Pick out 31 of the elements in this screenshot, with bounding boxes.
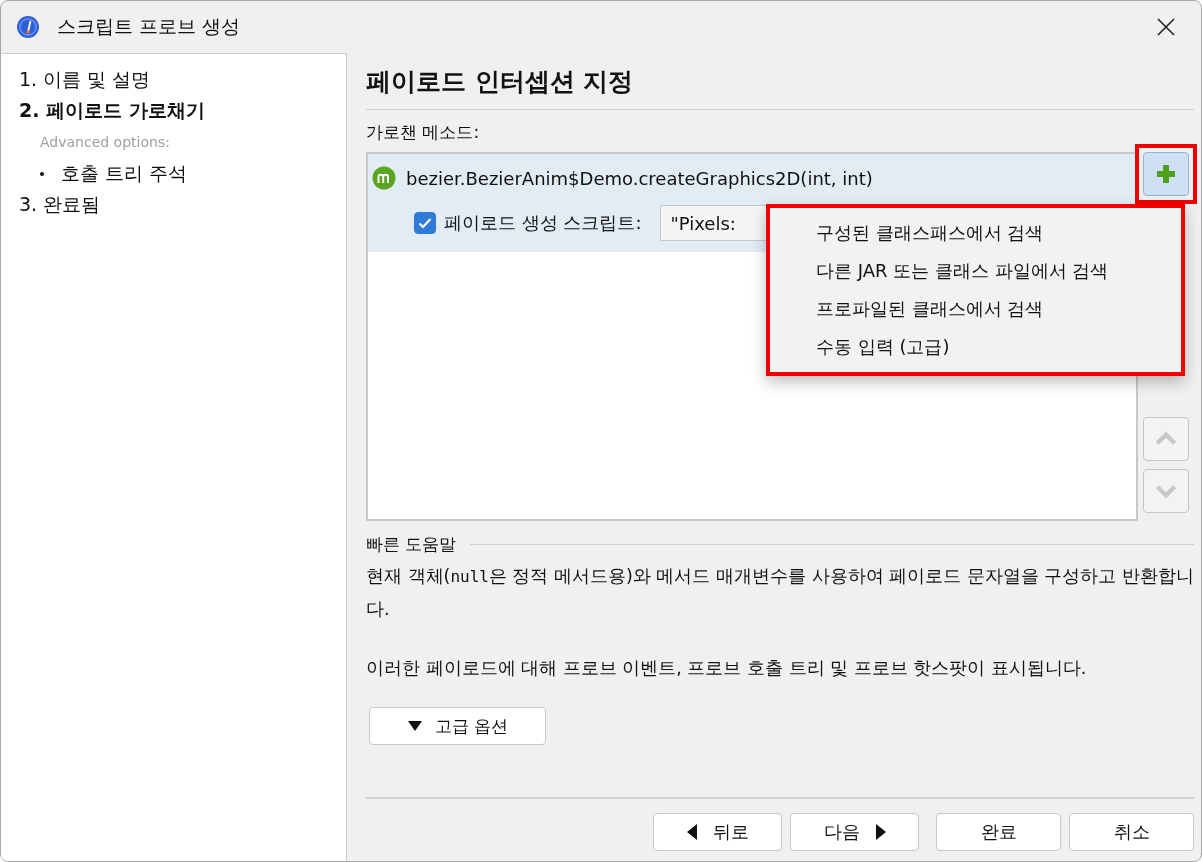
add-button[interactable] xyxy=(1143,152,1189,196)
script-checkbox[interactable] xyxy=(414,212,436,234)
quick-help-title: 빠른 도움말 xyxy=(366,533,457,556)
help-text: 이러한 페이로드에 대해 프로브 이벤트, 프로브 호출 트리 및 프로브 핫스팟이 표시됩니다. xyxy=(366,657,1088,680)
next-arrow-icon xyxy=(875,824,886,840)
menu-item[interactable]: 프로파일된 클래스에서 검색 xyxy=(770,290,1181,328)
menu-item[interactable]: 수동 입력 (고급) xyxy=(770,328,1181,366)
method-name: bezier.BezierAnim$Demo.createGraphics2D(int, int) xyxy=(406,167,873,189)
wizard-button[interactable]: 뒤로 xyxy=(653,813,782,851)
method-icon xyxy=(372,166,396,190)
advanced-options-button[interactable]: 고급 옵션 xyxy=(369,707,546,745)
field-label: 가로챈 메소드: xyxy=(366,121,481,144)
bullet-icon xyxy=(40,172,44,176)
step-item: 호출 트리 주석 xyxy=(61,161,188,186)
wizard-button[interactable]: 완료 xyxy=(936,813,1061,851)
step-item: 3. 완료됨 xyxy=(19,192,102,217)
script-label: 페이로드 생성 스크립트: xyxy=(444,211,642,235)
expand-icon xyxy=(406,721,423,731)
window-title: 스크립트 프로브 생성 xyxy=(57,14,241,39)
gauge-icon xyxy=(16,15,40,39)
wizard-button[interactable]: 다음 xyxy=(790,813,919,851)
help-text: 현재 객체(null은 정적 메서드용)와 메서드 매개변수를 사용하여 페이로드 문자열을 구성하고 반환합니다. xyxy=(366,565,1194,621)
section-heading: 페이로드 인터셉션 지정 xyxy=(366,66,635,98)
wizard-button[interactable]: 취소 xyxy=(1069,813,1194,851)
plus-icon xyxy=(1154,162,1178,186)
advanced-options-label: Advanced options: xyxy=(40,133,171,152)
menu-item[interactable]: 다른 JAR 또는 클래스 파일에서 검색 xyxy=(770,252,1181,290)
step-item: 2. 페이로드 가로채기 xyxy=(19,98,206,123)
close-icon xyxy=(1156,17,1176,37)
step-item: 1. 이름 및 설명 xyxy=(19,67,152,92)
back-arrow-icon xyxy=(686,824,697,840)
